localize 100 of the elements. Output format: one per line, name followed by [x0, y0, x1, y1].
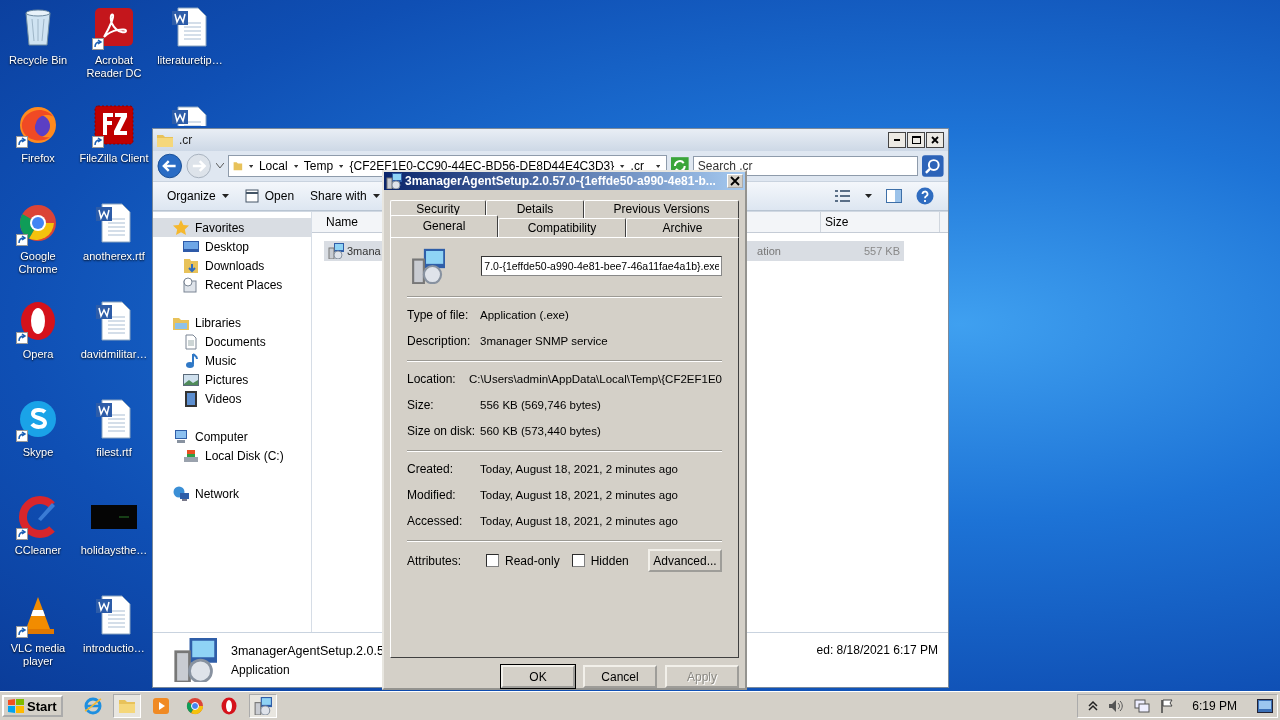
breadcrumb-arrow-icon[interactable]: [620, 162, 625, 170]
open-button[interactable]: Open: [238, 186, 301, 206]
breadcrumb[interactable]: {CF2EF1E0-CC90-44EC-BD56-DE8D44E4C3D3}: [349, 159, 615, 173]
download-folder-icon: [183, 257, 199, 274]
desktop-icon-label[interactable]: VLC media player: [0, 642, 76, 668]
film-icon: [183, 390, 199, 407]
field-label: Attributes:: [407, 553, 463, 568]
nav-item[interactable]: Music: [153, 351, 311, 370]
maximize-button[interactable]: [907, 132, 925, 148]
desktop-icon-label[interactable]: CCleaner: [14, 544, 62, 557]
close-icon: [730, 175, 740, 186]
start-button[interactable]: Start: [2, 695, 63, 717]
breadcrumb[interactable]: .cr: [630, 159, 644, 173]
desktop-icon-label[interactable]: holidaysthe…: [80, 544, 148, 557]
desktop-icon-label[interactable]: Skype: [22, 446, 54, 459]
nav-item[interactable]: Desktop: [153, 237, 311, 256]
desktop-icon-label[interactable]: Acrobat Reader DC: [76, 54, 152, 80]
nav-item[interactable]: Favorites: [153, 218, 311, 237]
file-size: 557 KB: [863, 245, 900, 257]
show-desktop-button[interactable]: [1257, 699, 1273, 713]
clock[interactable]: 6:19 PM: [1192, 699, 1237, 713]
checkbox[interactable]: Hidden: [571, 553, 629, 568]
ftp-app-icon[interactable]: [92, 103, 136, 147]
desktop-icon-label[interactable]: anotherex.rtf: [83, 250, 145, 263]
tab[interactable]: Details: [486, 199, 584, 218]
desktop-icon-label[interactable]: Recycle Bin: [8, 54, 68, 67]
file-type: Application: [231, 662, 291, 677]
window-title: .cr: [179, 133, 193, 147]
desktop-icon-label[interactable]: filest.rtf: [96, 446, 132, 459]
search-field[interactable]: Search .cr: [692, 156, 919, 176]
dialog-button[interactable]: Cancel: [583, 665, 657, 688]
caret-icon[interactable]: [865, 193, 872, 199]
breadcrumb[interactable]: Local: [258, 159, 288, 173]
breadcrumb-arrow-icon[interactable]: [339, 162, 344, 170]
field-label: Accessed:: [407, 513, 464, 528]
menu-button[interactable]: Organize: [161, 186, 235, 206]
nav-item[interactable]: Recent Places: [153, 275, 311, 294]
picture-icon: [183, 371, 199, 388]
nav-item[interactable]: Libraries: [153, 313, 311, 332]
nav-item[interactable]: Local Disk (C:): [153, 446, 311, 465]
shortcut-arrow-icon: [92, 136, 104, 148]
caret-icon: [221, 193, 229, 199]
desktop-icon-label[interactable]: Opera: [22, 348, 54, 361]
field-label: Type of file:: [407, 307, 470, 322]
desktop-icon-label[interactable]: Google Chrome: [0, 250, 76, 276]
speaker-icon[interactable]: [1108, 699, 1125, 713]
nav-item[interactable]: Pictures: [153, 370, 311, 389]
installer-icon: [253, 697, 272, 715]
field-value: C:\Users\admin\AppData\Local\Temp\{CF2EF1E0: [468, 372, 722, 385]
pdf-app-icon[interactable]: [92, 5, 136, 49]
field-label: Size on disk:: [407, 423, 477, 438]
close-icon: [929, 134, 941, 146]
folder-icon: [157, 133, 173, 147]
field-value: 556 KB (569,746 bytes): [480, 398, 601, 411]
show-hidden-icons-icon[interactable]: [1088, 700, 1099, 712]
breadcrumb-arrow-icon[interactable]: [248, 162, 253, 170]
breadcrumb-arrow-icon[interactable]: [293, 162, 298, 170]
document-icon: [183, 333, 199, 350]
network-icon[interactable]: [1134, 699, 1151, 713]
browser-ring-icon: [219, 697, 238, 715]
menu-button[interactable]: Share with: [304, 186, 386, 206]
nav-item[interactable]: Network: [153, 484, 311, 503]
tab[interactable]: Previous Versions: [584, 199, 739, 218]
checkbox[interactable]: Read-only: [486, 553, 560, 568]
shortcut-arrow-icon: [16, 332, 28, 344]
browser-wheel-icon: [185, 697, 204, 715]
file-name-field[interactable]: 7.0-{1effde50-a990-4e81-bee7-46a11fae4a1b}.exe: [481, 255, 722, 276]
desktop-icon-label[interactable]: introductio…: [83, 642, 145, 655]
field-label: Created:: [407, 461, 455, 476]
desktop-icon-label[interactable]: Firefox: [21, 152, 55, 165]
taskbar-button[interactable]: [248, 694, 277, 718]
recent-places-icon: [183, 276, 199, 293]
advanced-button[interactable]: Advanced...: [648, 549, 722, 573]
desktop-icon-label[interactable]: davidmilitar…: [80, 348, 148, 361]
nav-item[interactable]: Videos: [153, 389, 311, 408]
history-dropdown-icon[interactable]: [215, 163, 224, 169]
help-icon[interactable]: [916, 187, 934, 205]
dialog-button[interactable]: OK: [501, 665, 575, 688]
close-button[interactable]: [926, 132, 944, 148]
minimize-button[interactable]: [888, 132, 906, 148]
search-button[interactable]: [922, 155, 944, 177]
shortcut-arrow-icon: [16, 136, 28, 148]
minimize-icon: [891, 138, 903, 142]
nav-item[interactable]: Documents: [153, 332, 311, 351]
field-label: Description:: [407, 333, 472, 348]
back-button[interactable]: [157, 153, 183, 179]
tab[interactable]: General: [390, 214, 498, 237]
flag-icon[interactable]: [1160, 699, 1175, 713]
nav-item[interactable]: Computer: [153, 427, 311, 446]
computer-icon: [173, 428, 189, 445]
media-player-icon: [151, 697, 170, 715]
preview-pane-icon[interactable]: [886, 189, 902, 203]
desktop-icon-label[interactable]: FileZilla Client: [79, 152, 149, 165]
address-dropdown-icon[interactable]: [655, 162, 661, 170]
view-options-icon[interactable]: [835, 189, 851, 203]
breadcrumb[interactable]: Temp: [303, 159, 334, 173]
desktop-icon-label[interactable]: literaturetip…: [157, 54, 223, 67]
column-header[interactable]: Size: [820, 212, 940, 232]
nav-item[interactable]: Downloads: [153, 256, 311, 275]
field-value: 3manager SNMP service: [480, 334, 608, 347]
